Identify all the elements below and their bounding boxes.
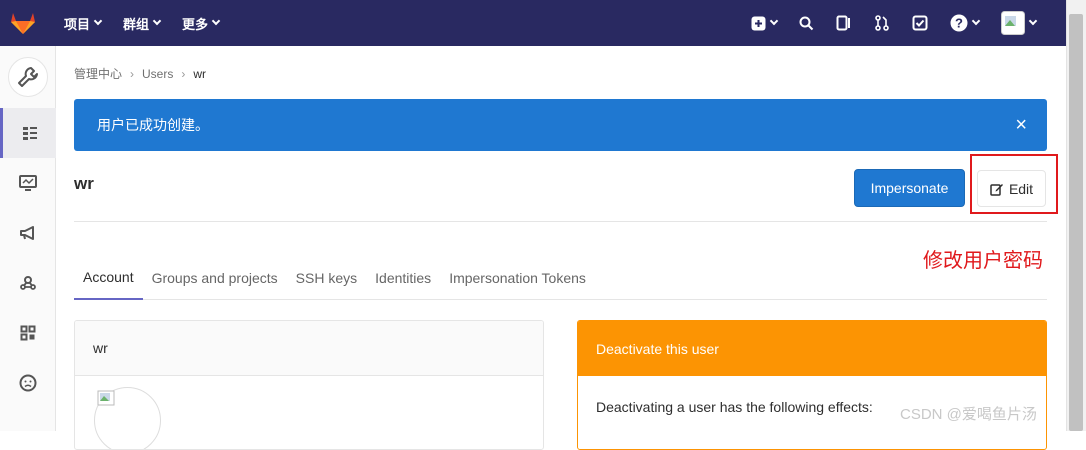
todo-icon[interactable] <box>912 15 928 31</box>
close-icon[interactable]: × <box>1015 115 1027 135</box>
deactivate-card-title: Deactivate this user <box>578 321 1046 376</box>
breadcrumb-separator-icon: › <box>130 66 135 81</box>
breadcrumb: 管理中心 › Users › wr <box>74 65 206 82</box>
chevron-down-icon <box>152 16 162 26</box>
page-title: wr <box>74 174 94 193</box>
tab-impersonation-tokens[interactable]: Impersonation Tokens <box>440 256 595 300</box>
apps-grid-icon <box>20 325 36 341</box>
avatar <box>94 387 161 449</box>
help-dropdown[interactable]: ? <box>950 14 981 32</box>
chevron-down-icon <box>971 16 981 26</box>
breadcrumb-current[interactable]: wr <box>193 67 206 81</box>
chevron-down-icon <box>1028 16 1038 26</box>
plus-square-icon <box>751 16 766 30</box>
tab-identities[interactable]: Identities <box>366 256 440 300</box>
gitlab-logo-icon[interactable] <box>0 0 46 46</box>
chevron-down-icon <box>93 16 103 26</box>
user-avatar-dropdown[interactable] <box>1001 11 1038 35</box>
issues-icon[interactable] <box>836 15 852 31</box>
tab-account[interactable]: Account <box>74 256 143 300</box>
avatar-icon <box>1001 11 1025 35</box>
wrench-icon <box>18 67 38 87</box>
megaphone-icon <box>20 226 34 240</box>
tab-groups-and-projects[interactable]: Groups and projects <box>143 256 287 300</box>
sidebar-item-monitoring[interactable] <box>0 158 56 208</box>
admin-sidebar <box>0 46 56 431</box>
breadcrumb-admin-link[interactable]: 管理中心 <box>74 65 122 82</box>
impersonate-button[interactable]: Impersonate <box>854 169 965 207</box>
sidebar-item-applications[interactable] <box>0 308 56 358</box>
tab-ssh-keys[interactable]: SSH keys <box>287 256 366 300</box>
nav-projects-menu[interactable]: 项目 <box>64 14 103 33</box>
monitor-icon <box>19 175 37 191</box>
sidebar-item-abuse-reports[interactable] <box>0 358 56 408</box>
sidebar-item-overview[interactable] <box>0 108 56 158</box>
hook-icon <box>20 276 36 290</box>
highlight-box <box>970 154 1058 214</box>
new-item-dropdown[interactable] <box>751 16 779 31</box>
sidebar-item-messages[interactable] <box>0 208 56 258</box>
top-navbar: 项目 群组 更多 ? <box>0 0 1066 46</box>
user-tabs: Account Groups and projects SSH keys Ide… <box>74 256 1047 300</box>
breadcrumb-users-link[interactable]: Users <box>142 67 173 81</box>
merge-request-icon[interactable] <box>874 15 890 31</box>
success-alert: 用户已成功创建。 × <box>74 99 1047 151</box>
nav-groups-menu[interactable]: 群组 <box>123 14 162 33</box>
admin-area-header[interactable] <box>0 46 56 108</box>
question-icon: ? <box>950 14 968 32</box>
sad-face-icon <box>19 374 37 392</box>
nav-more-menu[interactable]: 更多 <box>182 14 221 33</box>
profile-card-title: wr <box>75 321 543 376</box>
search-icon[interactable] <box>799 16 814 31</box>
nav-projects-label: 项目 <box>64 16 91 32</box>
watermark: CSDN @爱喝鱼片汤 <box>900 406 1037 423</box>
sidebar-item-hooks[interactable] <box>0 258 56 308</box>
divider <box>74 221 1047 222</box>
breadcrumb-separator-icon: › <box>181 66 186 81</box>
chevron-down-icon <box>769 16 779 26</box>
svg-text:?: ? <box>955 16 963 31</box>
alert-message: 用户已成功创建。 <box>97 117 209 133</box>
nav-more-label: 更多 <box>182 16 209 32</box>
overview-list-icon <box>22 127 37 140</box>
chevron-down-icon <box>211 16 221 26</box>
broken-image-icon <box>97 390 115 406</box>
nav-groups-label: 群组 <box>123 16 150 32</box>
scrollbar-thumb[interactable] <box>1069 14 1083 431</box>
